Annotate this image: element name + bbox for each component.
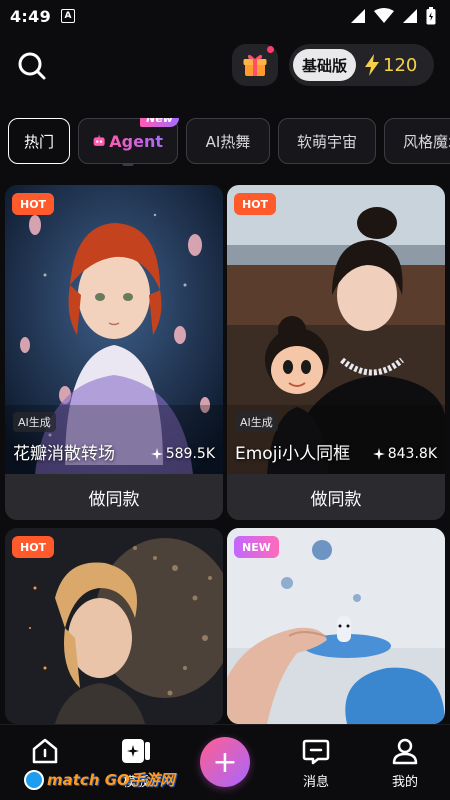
template-card[interactable]: HOT AI生成 Emoji小人同框 843.8K 做同款 (227, 185, 445, 520)
tab-agent[interactable]: Agent New (78, 118, 179, 166)
new-badge: NEW (234, 536, 279, 558)
nav-profile[interactable]: 我的 (375, 737, 435, 790)
home-icon (32, 738, 58, 764)
usage-count: 589.5K (150, 446, 215, 462)
ai-generated-tag: AI生成 (13, 412, 56, 432)
gift-button[interactable] (232, 44, 278, 86)
usage-count: 843.8K (372, 446, 437, 462)
hot-badge: HOT (234, 193, 277, 215)
template-card[interactable]: HOT AI生成 花瓣消散转场 589.5K 做同款 (5, 185, 223, 520)
sparkle-icon (150, 448, 163, 460)
tab-label: 热门 (23, 132, 54, 151)
lightning-icon (365, 54, 380, 76)
tab-caret (122, 164, 134, 166)
watermark-text: match GO手游网 (47, 771, 175, 789)
plan-credits-pill[interactable]: 基础版 120 (289, 44, 434, 86)
gift-icon (243, 54, 267, 76)
tab-style-magic[interactable]: 风格魔术 (384, 118, 450, 164)
nav-label: 消息 (302, 775, 329, 790)
status-time: 4:49 (10, 6, 51, 26)
gift-notification-dot (267, 46, 274, 53)
battery-icon (426, 7, 436, 25)
nav-label: 我的 (391, 775, 418, 790)
signal-triangle-icon (351, 9, 365, 23)
notification-icon: A (61, 9, 75, 23)
template-card[interactable]: NEW (227, 528, 445, 724)
card-title: Emoji小人同框 (235, 444, 351, 464)
card-image[interactable]: HOT (5, 528, 223, 724)
message-icon (302, 739, 330, 765)
tab-hot[interactable]: 热门 (8, 118, 70, 164)
hot-badge: HOT (12, 193, 55, 215)
tab-label: 软萌宇宙 (296, 132, 357, 151)
search-button[interactable] (16, 50, 48, 82)
card-image[interactable]: HOT AI生成 Emoji小人同框 843.8K (227, 185, 445, 474)
agent-robot-icon (93, 135, 105, 146)
status-bar: 4:49 A (0, 0, 450, 32)
credits-value: 120 (383, 54, 418, 76)
category-tabs: 热门 Agent New AI热舞 软萌宇宙 风格魔术 (8, 118, 450, 166)
credits[interactable]: 120 (364, 54, 417, 76)
bottom-navigation: 模板 + 消息 我的 match GO手游网 (0, 724, 450, 800)
tab-label: Agent (109, 131, 163, 151)
template-card[interactable]: HOT (5, 528, 223, 724)
tab-label: 风格魔术 (402, 132, 450, 151)
wifi-icon (374, 8, 394, 23)
tab-label: AI热舞 (205, 132, 251, 151)
usage-count-value: 843.8K (387, 446, 437, 462)
plan-label[interactable]: 基础版 (293, 49, 357, 81)
nav-home[interactable] (15, 737, 75, 765)
template-icon (122, 739, 150, 763)
watermark-logo (24, 769, 44, 790)
new-badge: New (140, 118, 179, 127)
sparkle-icon (372, 448, 385, 460)
tab-cute-universe[interactable]: 软萌宇宙 (278, 118, 376, 164)
tab-ai-dance[interactable]: AI热舞 (186, 118, 270, 164)
usage-count-value: 589.5K (165, 446, 215, 462)
card-title: 花瓣消散转场 (13, 444, 115, 464)
profile-icon (392, 738, 418, 765)
make-same-button[interactable]: 做同款 (227, 474, 445, 520)
make-same-button[interactable]: 做同款 (5, 474, 223, 520)
search-icon (18, 52, 46, 80)
ai-generated-tag: AI生成 (235, 412, 278, 432)
hot-badge: HOT (12, 536, 55, 558)
nav-messages[interactable]: 消息 (286, 737, 346, 790)
create-button[interactable]: + (200, 737, 250, 787)
watermark: match GO手游网 (24, 769, 175, 790)
top-header: 基础版 120 (0, 42, 450, 88)
card-image[interactable]: NEW (227, 528, 445, 724)
status-icons (350, 7, 436, 25)
card-image[interactable]: HOT AI生成 花瓣消散转场 589.5K (5, 185, 223, 474)
signal-icon (403, 9, 417, 23)
